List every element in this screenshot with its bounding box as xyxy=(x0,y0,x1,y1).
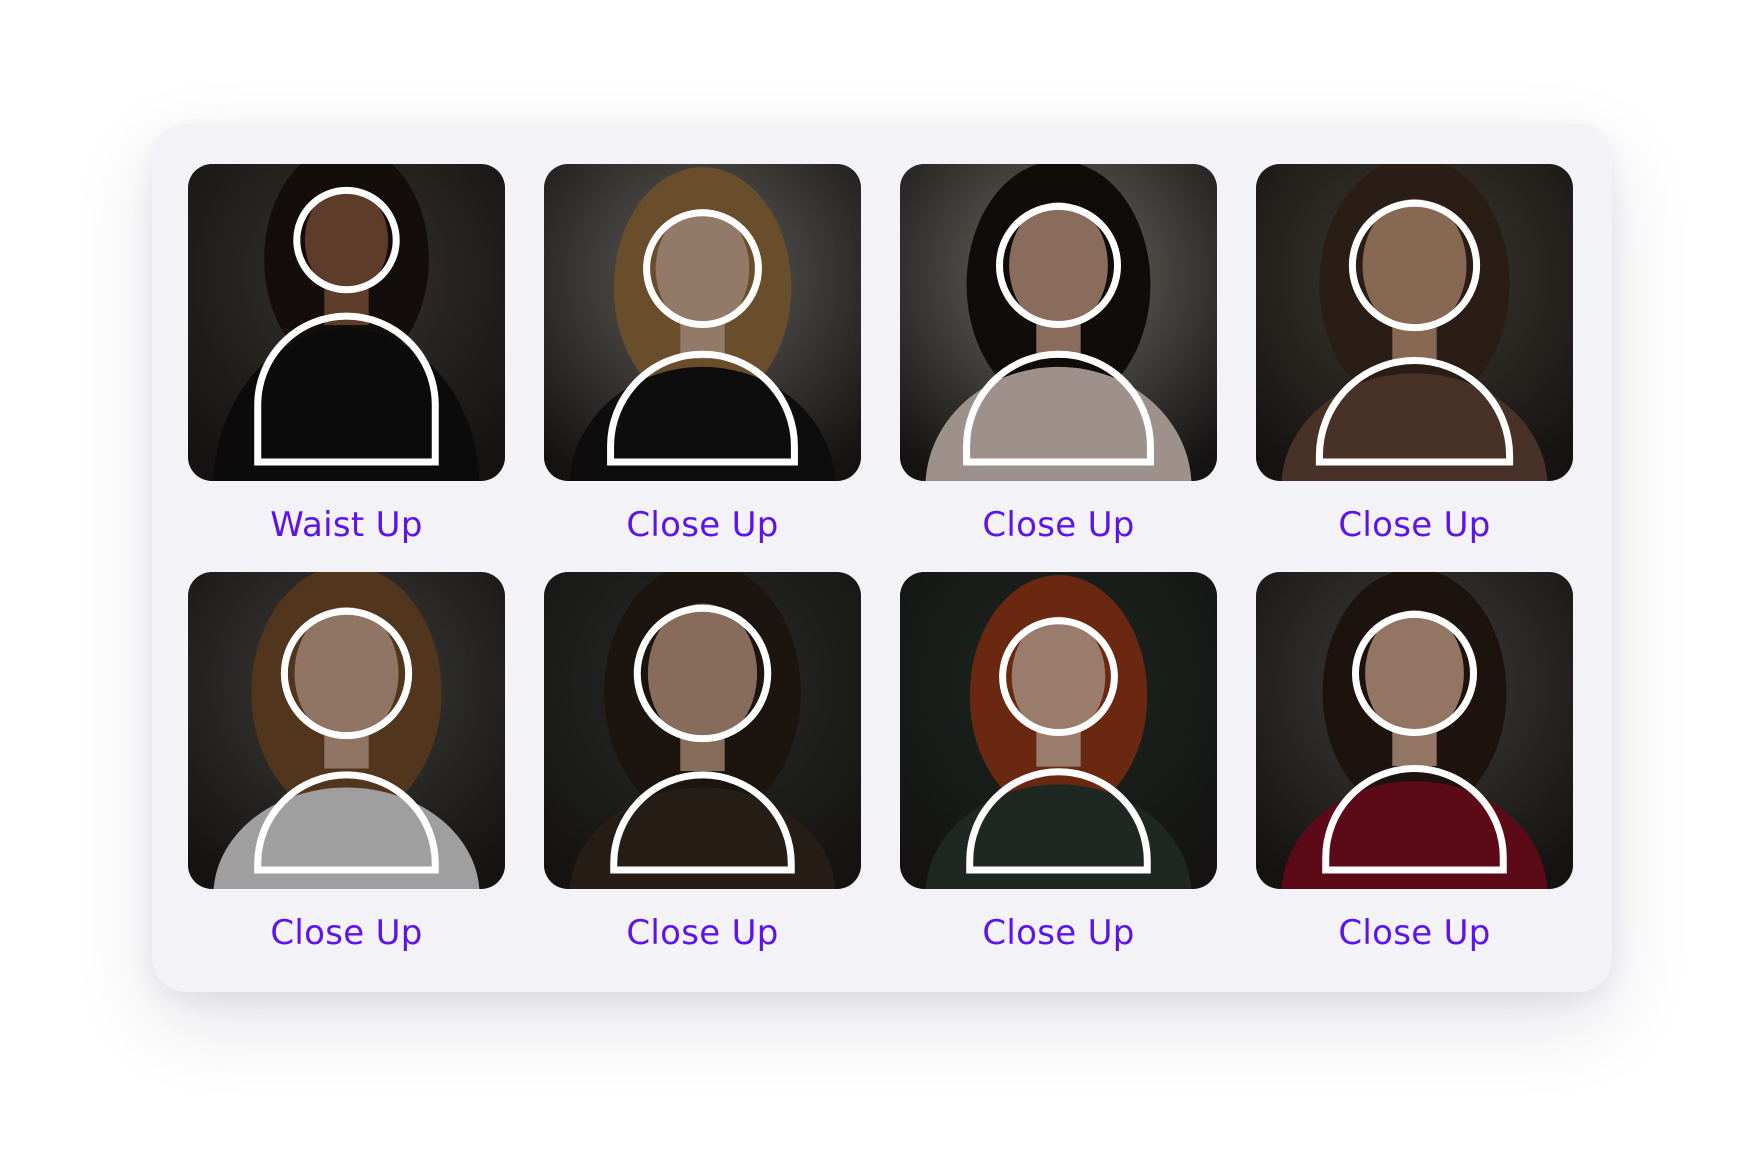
pose-tile[interactable]: Close Up xyxy=(544,164,861,572)
pose-grid: Waist Up Close Up Close Up Close Up Clos… xyxy=(188,164,1573,980)
pose-tile[interactable]: Close Up xyxy=(900,164,1217,572)
pose-label: Close Up xyxy=(626,913,779,953)
pose-tile[interactable]: Close Up xyxy=(1256,572,1573,980)
person-outline-icon xyxy=(607,209,798,466)
person-outline-icon xyxy=(610,604,795,874)
portrait-photo xyxy=(188,572,505,889)
pose-tile[interactable]: Close Up xyxy=(1256,164,1573,572)
person-outline-icon xyxy=(966,617,1151,874)
portrait-photo xyxy=(544,572,861,889)
pose-label: Waist Up xyxy=(270,505,423,545)
pose-tile[interactable]: Close Up xyxy=(544,572,861,980)
person-outline-icon xyxy=(963,202,1154,466)
person-outline-icon xyxy=(1315,199,1514,466)
portrait-photo xyxy=(544,164,861,481)
pose-label: Close Up xyxy=(626,505,779,545)
pose-options-card: Waist Up Close Up Close Up Close Up Clos… xyxy=(152,124,1612,992)
pose-tile[interactable]: Close Up xyxy=(188,572,505,980)
portrait-photo xyxy=(1256,164,1573,481)
pose-label: Close Up xyxy=(982,913,1135,953)
portrait-photo xyxy=(188,164,505,481)
pose-label: Close Up xyxy=(270,913,423,953)
portrait-photo xyxy=(900,164,1217,481)
pose-tile[interactable]: Close Up xyxy=(900,572,1217,980)
portrait-photo xyxy=(1256,572,1573,889)
pose-label: Close Up xyxy=(1338,505,1491,545)
person-outline-icon xyxy=(254,607,439,874)
person-outline-icon xyxy=(254,186,439,466)
pose-label: Close Up xyxy=(1338,913,1491,953)
person-outline-icon xyxy=(1322,610,1507,874)
pose-label: Close Up xyxy=(982,505,1135,545)
portrait-photo xyxy=(900,572,1217,889)
stage: Waist Up Close Up Close Up Close Up Clos… xyxy=(0,0,1753,1163)
pose-tile[interactable]: Waist Up xyxy=(188,164,505,572)
